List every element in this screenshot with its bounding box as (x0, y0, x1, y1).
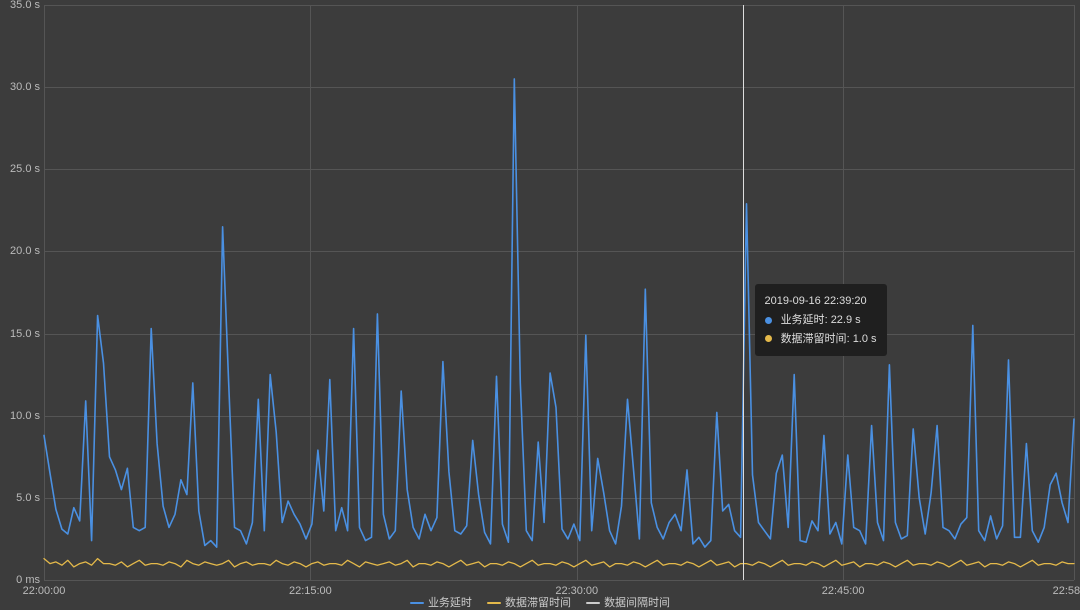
legend-item-0[interactable]: 业务延时 (410, 594, 472, 610)
chart-plot[interactable] (0, 0, 1080, 606)
latency-chart[interactable]: 0 ms5.0 s10.0 s15.0 s20.0 s25.0 s30.0 s3… (0, 0, 1080, 606)
legend-item-1[interactable]: 数据滞留时间 (487, 594, 571, 610)
legend-item-2[interactable]: 数据间隔时间 (586, 594, 670, 610)
chart-legend: 业务延时 数据滞留时间 数据间隔时间 (0, 594, 1080, 610)
chart-cursor-line (743, 5, 744, 580)
